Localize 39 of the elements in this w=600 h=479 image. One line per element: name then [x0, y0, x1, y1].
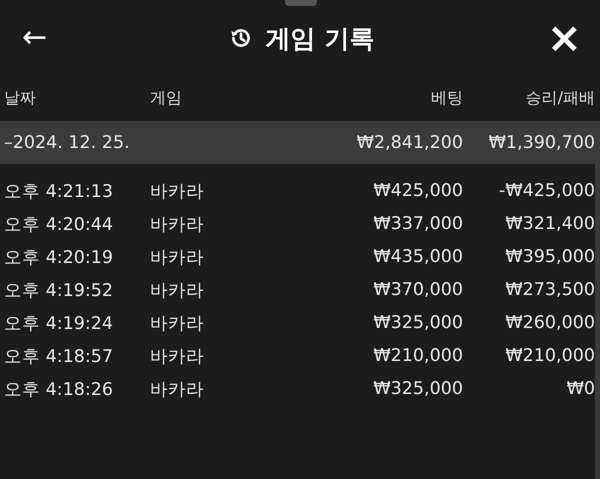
time-cell-text: 오후 4:18:26	[4, 378, 114, 400]
time-cell-text: 오후 4:21:13	[4, 180, 114, 202]
bet-cell-text: ₩325,000	[372, 378, 463, 398]
column-header: 게임	[150, 88, 183, 109]
bet-cell-text: ₩435,000	[372, 246, 463, 266]
result-cell-text: ₩321,400	[504, 214, 595, 234]
time-cell-text: 오후 4:20:44	[4, 214, 114, 236]
game-cell-text: 바카라	[150, 246, 205, 268]
result-cell-text: ₩273,500	[504, 280, 595, 300]
column-header: 베팅	[430, 88, 463, 109]
close-button[interactable]: ×	[546, 17, 582, 59]
bet-cell-text: ₩210,000	[372, 346, 463, 366]
drag-handle[interactable]	[285, 0, 317, 6]
time-cell-text: 오후 4:19:52	[4, 280, 114, 302]
bet-cell-text: ₩337,000	[372, 214, 463, 234]
bet-cell-text: ₩425,000	[372, 180, 463, 200]
game-cell-text: 바카라	[150, 214, 205, 236]
result-cell-text: ₩395,000	[504, 246, 595, 266]
time-cell-text: 오후 4:19:24	[4, 312, 114, 334]
result-cell-text: -₩425,000	[498, 180, 595, 200]
game-cell-text: 바카라	[150, 378, 205, 400]
window-title: 게임 기록	[266, 22, 374, 54]
back-button[interactable]: ←	[22, 23, 48, 53]
total-result: ₩1,390,700	[488, 132, 595, 152]
result-cell-text: ₩210,000	[504, 346, 595, 366]
bet-cell-text: ₩325,000	[372, 312, 463, 332]
result-cell-text: ₩260,000	[504, 312, 595, 332]
time-cell-text: 오후 4:18:57	[4, 346, 114, 368]
game-cell-text: 바카라	[150, 312, 205, 334]
date-label: –2024. 12. 25.	[4, 132, 131, 152]
column-header: 승리/패배	[524, 88, 595, 109]
game-cell-text: 바카라	[150, 280, 205, 302]
game-cell-text: 바카라	[150, 180, 205, 202]
total-bet: ₩2,841,200	[356, 132, 463, 152]
result-cell-text: ₩0	[566, 378, 595, 398]
bet-cell-text: ₩370,000	[372, 280, 463, 300]
column-header: 날짜	[4, 88, 37, 109]
game-cell-text: 바카라	[150, 346, 205, 368]
time-cell-text: 오후 4:20:19	[4, 246, 114, 268]
